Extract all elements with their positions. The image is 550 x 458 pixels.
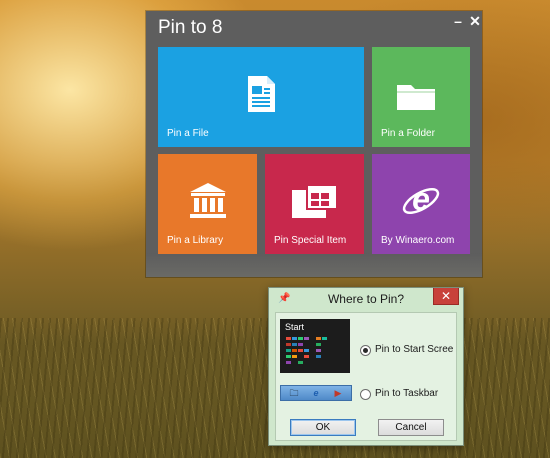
internet-explorer-icon: e [400,180,442,223]
taskbar-preview: 🗀 e ▶ [280,385,352,401]
library-icon [188,182,228,223]
start-screen-preview: Start [280,319,350,373]
special-item-icon [291,184,339,223]
tile-by-winaero[interactable]: e By Winaero.com [372,154,470,254]
dialog-body: Start 🗀 e ▶ Pin to Start Scree Pin to Ta… [275,312,457,441]
tile-pin-a-file[interactable]: Pin a File [158,47,364,147]
cancel-button[interactable]: Cancel [378,419,444,436]
folder-icon [396,81,436,114]
tile-label: Pin a Folder [381,128,435,139]
where-to-pin-dialog: 📌 Where to Pin? ✕ Start 🗀 e ▶ Pin to Sta… [268,287,464,446]
tile-pin-a-library[interactable]: Pin a Library [158,154,257,254]
tile-pin-a-folder[interactable]: Pin a Folder [372,47,470,147]
dialog-close-button[interactable]: ✕ [433,288,459,305]
tile-label: Pin a Library [167,235,224,246]
pin-to-8-window: Pin to 8 – ✕ Pin a File Pin a Folder Pin… [146,11,482,277]
dialog-title-bar[interactable]: 📌 Where to Pin? ✕ [269,288,463,309]
internet-explorer-icon: e [313,388,319,398]
pin-to-taskbar-radio[interactable] [360,389,371,400]
file-icon [246,75,276,116]
start-preview-label: Start [285,322,305,332]
pin-to-start-label[interactable]: Pin to Start Scree [375,344,453,355]
folder-icon: 🗀 [289,388,299,398]
svg-text:e: e [412,181,430,217]
window-bottom-band [146,253,482,277]
ok-button[interactable]: OK [290,419,356,436]
tile-pin-special-item[interactable]: Pin Special Item [265,154,364,254]
tile-label: Pin a File [167,128,209,139]
window-title: Pin to 8 [158,17,223,38]
pin-to-start-radio[interactable] [360,345,371,356]
media-player-icon: ▶ [334,388,342,398]
tile-label: Pin Special Item [274,235,347,246]
tile-label: By Winaero.com [381,235,455,246]
minimize-button[interactable]: – [451,13,465,29]
pin-to-taskbar-label[interactable]: Pin to Taskbar [375,388,438,399]
close-button[interactable]: ✕ [468,13,482,29]
